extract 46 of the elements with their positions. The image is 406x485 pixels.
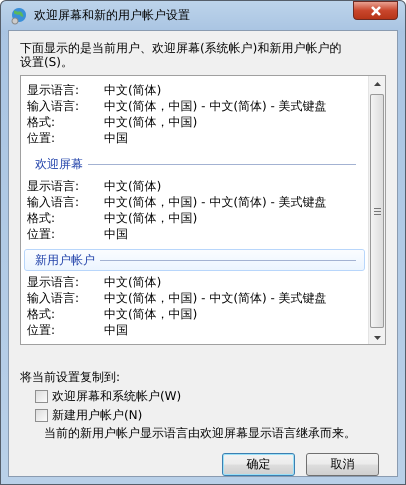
- checkbox-label: 欢迎屏幕和系统帐户(W): [52, 388, 182, 404]
- setting-value: 中国: [104, 322, 129, 338]
- setting-value: 中文(简体，中国): [104, 210, 198, 226]
- setting-label: 位置:: [27, 226, 56, 242]
- ok-button[interactable]: 确定: [222, 453, 295, 476]
- setting-value: 中文(简体，中国) - 中文(简体) - 美式键盘: [104, 98, 328, 114]
- intro-text: 下面显示的是当前用户、欢迎屏幕(系统帐户)和新用户帐户的设置(S)。: [20, 41, 342, 69]
- setting-value: 中文(简体，中国) - 中文(简体) - 美式键盘: [104, 194, 328, 210]
- checkbox[interactable]: [35, 390, 48, 402]
- setting-label: 输入语言:: [27, 290, 80, 306]
- checkbox[interactable]: [35, 408, 48, 422]
- scroll-down-icon[interactable]: [374, 336, 380, 340]
- close-icon: [370, 6, 382, 16]
- setting-label: 格式:: [27, 210, 56, 226]
- setting-label: 格式:: [27, 306, 56, 322]
- setting-label: 格式:: [27, 114, 56, 130]
- group-header[interactable]: 新用户帐户: [24, 249, 365, 271]
- scroll-up-icon[interactable]: [374, 82, 380, 86]
- grip-icon: [374, 208, 380, 214]
- group-title: 欢迎屏幕: [35, 156, 83, 172]
- setting-value: 中国: [104, 130, 129, 146]
- setting-label: 位置:: [27, 322, 56, 338]
- setting-value: 中文(简体，中国): [104, 114, 198, 130]
- checkbox-label: 新建用户帐户(N): [52, 407, 142, 423]
- group-header[interactable]: 欢迎屏幕: [24, 153, 365, 175]
- copy-label: 将当前设置复制到:: [20, 369, 122, 385]
- setting-label: 位置:: [27, 130, 56, 146]
- setting-label: 输入语言:: [27, 194, 80, 210]
- setting-label: 输入语言:: [27, 98, 80, 114]
- cancel-button[interactable]: 取消: [306, 453, 379, 476]
- window-title: 欢迎屏幕和新的用户帐户设置: [34, 7, 191, 24]
- setting-label: 显示语言:: [27, 82, 80, 98]
- scrollbar[interactable]: [368, 76, 385, 344]
- scroll-thumb[interactable]: [370, 94, 384, 328]
- setting-label: 显示语言:: [27, 274, 80, 290]
- close-button[interactable]: [353, 1, 398, 20]
- globe-icon: [10, 6, 28, 24]
- setting-value: 中文(简体): [104, 82, 162, 98]
- setting-value: 中文(简体，中国) - 中文(简体) - 美式键盘: [104, 290, 328, 306]
- group-title: 新用户帐户: [35, 252, 95, 268]
- setting-value: 中文(简体): [104, 178, 162, 194]
- note-text: 当前的新用户帐户显示语言由欢迎屏幕显示语言继承而来。: [43, 425, 357, 441]
- setting-value: 中文(简体): [104, 274, 162, 290]
- setting-label: 显示语言:: [27, 178, 80, 194]
- setting-value: 中国: [104, 226, 129, 242]
- setting-value: 中文(简体，中国): [104, 306, 198, 322]
